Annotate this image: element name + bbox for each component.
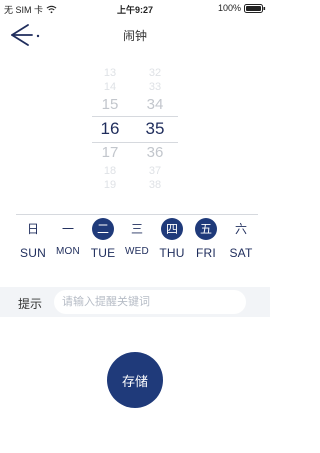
weekday-selector: 日 SUN 一 MON 二 TUE 三 WED 四 THU 五 FRI 六 SA… <box>16 214 258 266</box>
picker-selection-line <box>92 116 178 117</box>
status-right: 100% <box>218 3 266 13</box>
day-fri[interactable]: 五 FRI <box>189 214 223 266</box>
hour-picker[interactable]: 13 14 15 16 17 18 19 <box>90 66 130 192</box>
hour-option[interactable]: 17 <box>90 142 130 164</box>
day-en-label: WED <box>125 246 149 257</box>
day-tue[interactable]: 二 TUE <box>86 214 120 266</box>
day-wed[interactable]: 三 WED <box>120 214 154 266</box>
day-en-label: SUN <box>20 246 46 260</box>
day-cn-label: 六 <box>234 222 247 236</box>
battery-percent: 100% <box>217 3 241 13</box>
day-sun[interactable]: 日 SUN <box>16 214 50 266</box>
day-cn-label: 二 <box>92 218 114 240</box>
hour-selected[interactable]: 16 <box>90 116 130 142</box>
hint-label: 提示 <box>18 297 43 311</box>
battery-icon <box>244 3 266 13</box>
day-cn-label: 四 <box>161 218 183 240</box>
keyword-input[interactable] <box>54 290 246 314</box>
minute-picker[interactable]: 32 33 34 35 36 37 38 <box>135 66 175 192</box>
minute-option[interactable]: 32 <box>135 66 175 80</box>
day-en-label: FRI <box>196 246 216 260</box>
nav-bar: 闹钟 <box>0 18 270 52</box>
page-title: 闹钟 <box>122 29 147 43</box>
day-cn-label: 日 <box>26 222 39 236</box>
hour-option[interactable]: 13 <box>90 66 130 80</box>
day-en-label: SAT <box>229 246 253 260</box>
day-cn-label: 五 <box>195 218 217 240</box>
minute-option[interactable]: 36 <box>135 142 175 164</box>
minute-option[interactable]: 37 <box>135 164 175 178</box>
day-en-label: MON <box>56 246 80 257</box>
day-thu[interactable]: 四 THU <box>155 214 189 266</box>
hour-option[interactable]: 15 <box>90 94 130 116</box>
hour-option[interactable]: 19 <box>90 178 130 192</box>
day-en-label: TUE <box>90 246 116 260</box>
day-mon[interactable]: 一 MON <box>51 214 85 266</box>
minute-option[interactable]: 38 <box>135 178 175 192</box>
hint-row: 提示 <box>0 287 270 317</box>
minute-option[interactable]: 33 <box>135 80 175 94</box>
time-picker: 13 14 15 16 17 18 19 32 33 34 35 36 37 3… <box>0 66 270 192</box>
day-sat[interactable]: 六 SAT <box>224 214 258 266</box>
day-cn-label: 一 <box>61 222 74 236</box>
minute-selected[interactable]: 35 <box>135 116 175 142</box>
hour-option[interactable]: 14 <box>90 80 130 94</box>
hour-option[interactable]: 18 <box>90 164 130 178</box>
picker-selection-line <box>92 142 178 143</box>
status-bar: 无 SIM 卡 上午9:27 100% <box>0 0 270 16</box>
minute-option[interactable]: 34 <box>135 94 175 116</box>
save-button[interactable]: 存储 <box>107 352 163 408</box>
day-en-label: THU <box>159 246 185 260</box>
day-cn-label: 三 <box>130 222 143 236</box>
